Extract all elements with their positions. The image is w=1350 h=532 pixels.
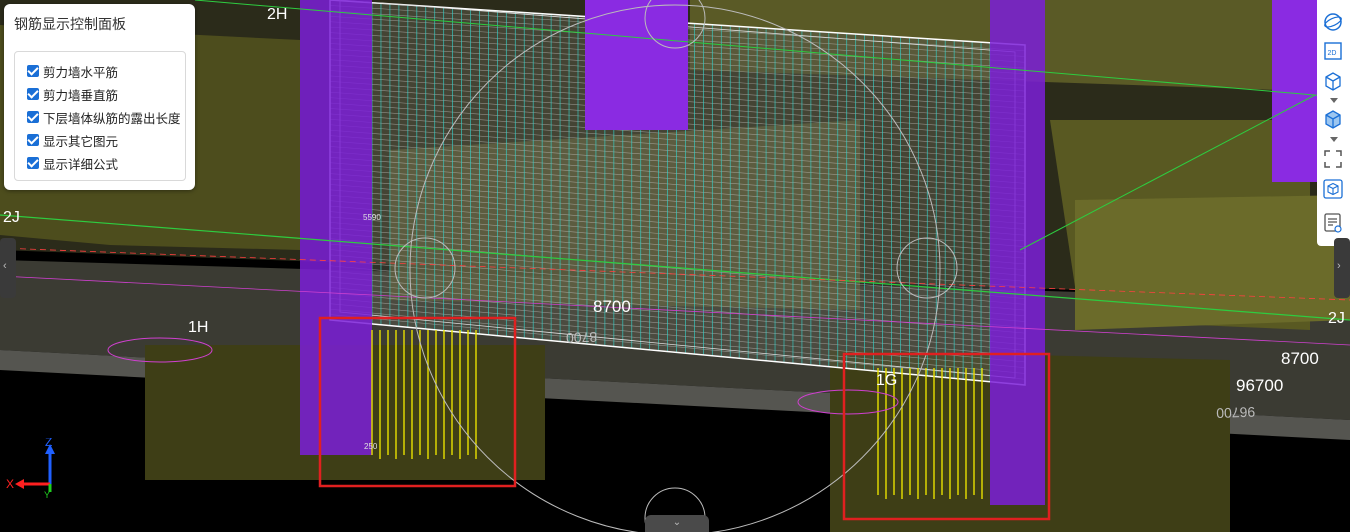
axis-y-label: Y <box>44 490 50 498</box>
cube-box-icon <box>1323 179 1343 199</box>
solid-view-button[interactable] <box>1322 108 1344 130</box>
settings-list-button[interactable] <box>1322 212 1344 234</box>
axis-z-label: Z <box>45 438 52 449</box>
left-panel-toggle[interactable]: ‹ <box>0 238 16 298</box>
option-label: 显示其它图元 <box>43 134 119 149</box>
rebar-note-top: 5590 <box>363 213 381 222</box>
3d-view-button[interactable] <box>1322 70 1344 92</box>
chevron-down-icon[interactable] <box>1330 98 1338 103</box>
chevron-right-icon: › <box>1337 260 1341 272</box>
bottom-panel-toggle[interactable]: ⌄ <box>645 515 709 532</box>
fullscreen-button[interactable] <box>1322 148 1344 170</box>
rebar-display-control-panel: 钢筋显示控制面板 剪力墙水平筋 剪力墙垂直筋 下层墙体纵筋的露出长度 显示其它图… <box>4 4 195 190</box>
2d-view-button[interactable]: 2D <box>1322 40 1344 62</box>
axis-label-2j-right: 2J <box>1328 310 1345 327</box>
option-label: 显示详细公式 <box>43 157 119 172</box>
rebar-note-bottom: 250 <box>364 442 378 451</box>
dimension-right-lower: 96700 <box>1236 376 1283 395</box>
panel-title: 钢筋显示控制面板 <box>14 16 126 32</box>
model-view-button[interactable] <box>1322 178 1344 200</box>
axis-label-1g: 1G <box>876 372 897 389</box>
2d-icon: 2D <box>1324 42 1342 60</box>
axis-x-label: X <box>6 477 14 491</box>
column-left <box>300 0 372 455</box>
chevron-left-icon: ‹ <box>3 260 7 272</box>
checkbox-wall-horizontal-rebar[interactable] <box>27 65 39 77</box>
orbit-icon <box>1324 13 1342 31</box>
dimension-right: 8700 <box>1281 349 1319 368</box>
panel-options-box: 剪力墙水平筋 剪力墙垂直筋 下层墙体纵筋的露出长度 显示其它图元 显示详细公式 <box>14 51 186 181</box>
cube-outline-icon <box>1325 72 1341 91</box>
option-label: 剪力墙垂直筋 <box>43 88 119 103</box>
checkbox-wall-vertical-rebar[interactable] <box>27 88 39 100</box>
chevron-down-icon: ⌄ <box>672 517 682 528</box>
axis-label-2j-left: 2J <box>3 209 20 226</box>
axis-gizmo: Z X Y <box>6 438 55 498</box>
column-top <box>585 0 688 130</box>
orbit-view-button[interactable] <box>1322 11 1344 33</box>
cube-solid-icon <box>1325 110 1341 129</box>
dimension-center: 8700 <box>593 297 631 316</box>
column-right <box>990 0 1045 505</box>
right-panel-toggle[interactable]: › <box>1334 238 1350 298</box>
axis-label-1h: 1H <box>188 319 208 336</box>
view-toolbar: 2D <box>1317 0 1350 246</box>
rebar-3d-scene[interactable]: 2H 2J 2J 1H 1G 8700 8700 96700 8700 9670… <box>0 0 1350 532</box>
checkbox-lower-wall-exposed-length[interactable] <box>27 111 39 123</box>
3d-viewport[interactable]: 2H 2J 2J 1H 1G 8700 8700 96700 8700 9670… <box>0 0 1350 532</box>
axis-label-2h: 2H <box>267 6 287 23</box>
chevron-down-icon[interactable] <box>1330 137 1338 142</box>
option-label: 下层墙体纵筋的露出长度 <box>43 111 181 126</box>
column-far-right <box>1272 0 1317 182</box>
dimension-mirror-center: 8700 <box>566 329 598 346</box>
option-show-detailed-formula[interactable]: 显示详细公式 <box>27 154 118 172</box>
option-wall-vertical-rebar[interactable]: 剪力墙垂直筋 <box>27 85 118 103</box>
option-lower-wall-exposed-length[interactable]: 下层墙体纵筋的露出长度 <box>27 108 181 126</box>
dimension-mirror-right: 96700 <box>1216 404 1256 421</box>
checkbox-show-detailed-formula[interactable] <box>27 157 39 169</box>
option-show-other-elements[interactable]: 显示其它图元 <box>27 131 118 149</box>
svg-text:2D: 2D <box>1328 50 1337 57</box>
option-wall-horizontal-rebar[interactable]: 剪力墙水平筋 <box>27 62 118 80</box>
fullscreen-icon <box>1324 150 1342 168</box>
list-eye-icon <box>1324 213 1342 233</box>
checkbox-show-other-elements[interactable] <box>27 134 39 146</box>
option-label: 剪力墙水平筋 <box>43 65 119 80</box>
